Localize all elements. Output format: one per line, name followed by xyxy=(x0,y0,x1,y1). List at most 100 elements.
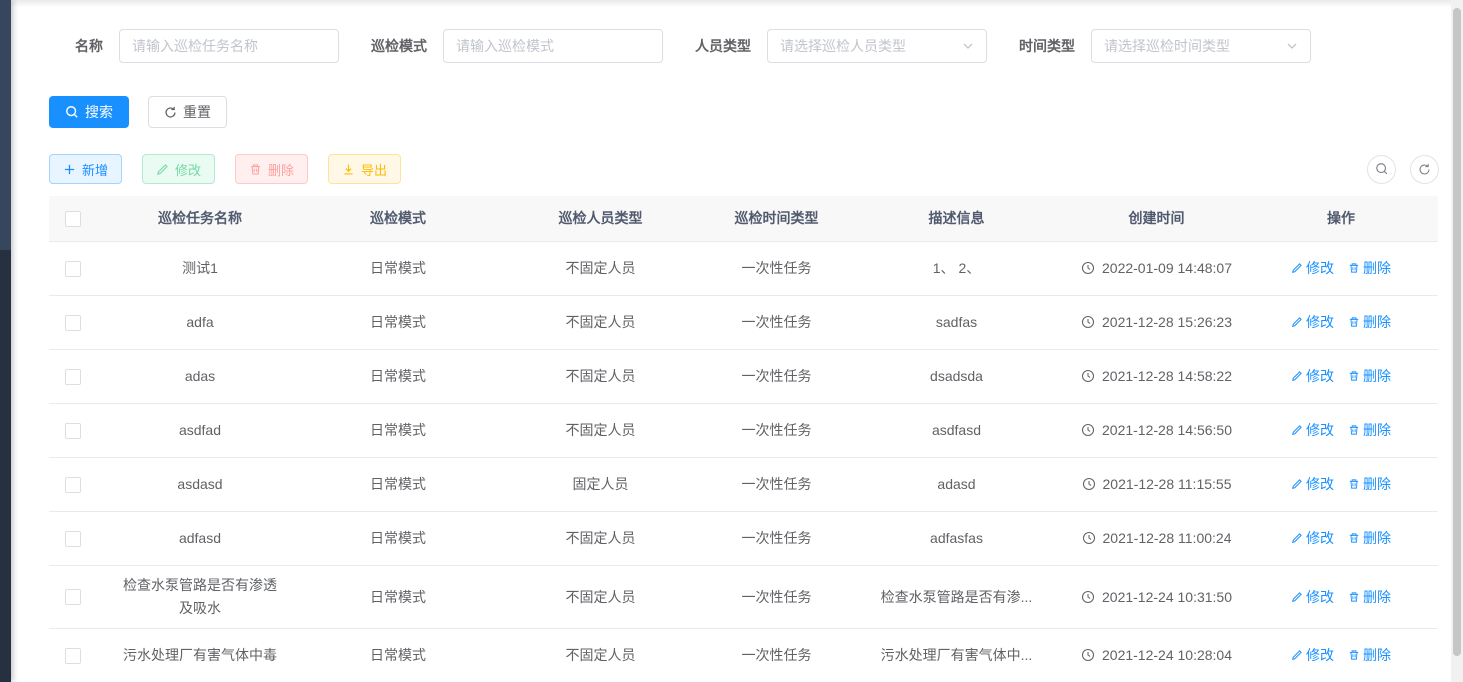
row-edit-link[interactable]: 修改 xyxy=(1291,312,1334,332)
row-edit-link[interactable]: 修改 xyxy=(1291,528,1334,548)
trash-icon xyxy=(1348,370,1360,382)
row-edit-link[interactable]: 修改 xyxy=(1291,420,1334,440)
export-button[interactable]: 导出 xyxy=(328,154,401,184)
trash-icon xyxy=(1348,649,1360,661)
main-content: 名称 巡检模式 人员类型 请选择巡检人员类型 时间类型 请选择巡检时间类型 xyxy=(11,29,1463,682)
row-checkbox[interactable] xyxy=(65,423,81,439)
scrollbar-thumb[interactable] xyxy=(1453,8,1461,656)
filter-person-type-label: 人员类型 xyxy=(695,36,751,56)
row-edit-link[interactable]: 修改 xyxy=(1291,474,1334,494)
cell-task-name: adfa xyxy=(96,295,304,349)
header-ops: 操作 xyxy=(1244,196,1438,241)
cell-time-type: 一次性任务 xyxy=(709,628,844,682)
search-icon xyxy=(1375,162,1389,176)
cell-ops: 修改 删除 xyxy=(1244,241,1438,295)
task-name-input[interactable] xyxy=(119,29,339,63)
cell-created: 2022-01-09 14:48:07 xyxy=(1069,241,1244,295)
header-created: 创建时间 xyxy=(1069,196,1244,241)
cell-person-type: 不固定人员 xyxy=(492,565,709,628)
cell-ops: 修改 删除 xyxy=(1244,295,1438,349)
pencil-icon xyxy=(1291,370,1303,382)
filter-mode-label: 巡检模式 xyxy=(371,36,427,56)
cell-desc: adfasfas xyxy=(844,511,1069,565)
trash-icon xyxy=(1348,316,1360,328)
row-delete-link[interactable]: 删除 xyxy=(1348,587,1391,607)
clock-icon xyxy=(1081,369,1095,383)
sidebar-scroll-thumb[interactable] xyxy=(0,0,11,250)
cell-person-type: 不固定人员 xyxy=(492,349,709,403)
toggle-search-button[interactable] xyxy=(1367,155,1396,184)
cell-mode: 日常模式 xyxy=(304,403,492,457)
row-checkbox[interactable] xyxy=(65,369,81,385)
cell-desc: 污水处理厂有害气体中... xyxy=(844,628,1069,682)
cell-desc: adasd xyxy=(844,457,1069,511)
add-button[interactable]: 新增 xyxy=(49,154,122,184)
row-delete-link[interactable]: 删除 xyxy=(1348,420,1391,440)
cell-ops: 修改 删除 xyxy=(1244,349,1438,403)
cell-time-type: 一次性任务 xyxy=(709,511,844,565)
filter-name-label: 名称 xyxy=(75,36,103,56)
row-delete-link[interactable]: 删除 xyxy=(1348,366,1391,386)
row-delete-link[interactable]: 删除 xyxy=(1348,645,1391,665)
table-row: 测试1 日常模式 不固定人员 一次性任务 1、 2、 2022-01-09 14… xyxy=(49,241,1438,295)
cell-created: 2021-12-28 15:26:23 xyxy=(1069,295,1244,349)
cell-task-name: asdfad xyxy=(96,403,304,457)
cell-desc: 1、 2、 xyxy=(844,241,1069,295)
trash-icon xyxy=(1348,424,1360,436)
clock-icon xyxy=(1082,477,1096,491)
cell-person-type: 固定人员 xyxy=(492,457,709,511)
cell-desc: sadfas xyxy=(844,295,1069,349)
pencil-icon xyxy=(1291,591,1303,603)
task-table: 巡检任务名称 巡检模式 巡检人员类型 巡检时间类型 描述信息 创建时间 操作 测… xyxy=(49,196,1438,682)
row-checkbox[interactable] xyxy=(65,648,81,664)
edit-button[interactable]: 修改 xyxy=(142,154,215,184)
cell-task-name: 测试1 xyxy=(96,241,304,295)
inspect-mode-input[interactable] xyxy=(443,29,663,63)
trash-icon xyxy=(249,163,262,176)
page-scrollbar[interactable] xyxy=(1451,0,1463,682)
table-row: adfasd 日常模式 不固定人员 一次性任务 adfasfas 2021-12… xyxy=(49,511,1438,565)
search-actions: 搜索 重置 xyxy=(49,96,1439,128)
row-delete-link[interactable]: 删除 xyxy=(1348,258,1391,278)
search-button[interactable]: 搜索 xyxy=(49,96,129,128)
refresh-table-button[interactable] xyxy=(1410,155,1439,184)
cell-person-type: 不固定人员 xyxy=(492,628,709,682)
row-edit-link[interactable]: 修改 xyxy=(1291,258,1334,278)
cell-person-type: 不固定人员 xyxy=(492,403,709,457)
delete-button[interactable]: 删除 xyxy=(235,154,308,184)
row-delete-link[interactable]: 删除 xyxy=(1348,474,1391,494)
row-checkbox[interactable] xyxy=(65,589,81,605)
row-checkbox[interactable] xyxy=(65,531,81,547)
collapsed-sidebar xyxy=(0,0,11,682)
toolbar-right xyxy=(1367,155,1439,184)
pencil-icon xyxy=(1291,316,1303,328)
cell-time-type: 一次性任务 xyxy=(709,349,844,403)
table-row: asdasd 日常模式 固定人员 一次性任务 adasd 2021-12-28 … xyxy=(49,457,1438,511)
refresh-icon xyxy=(164,106,177,119)
row-checkbox[interactable] xyxy=(65,315,81,331)
row-delete-link[interactable]: 删除 xyxy=(1348,312,1391,332)
row-edit-link[interactable]: 修改 xyxy=(1291,645,1334,665)
table-row: 污水处理厂有害气体中毒 日常模式 不固定人员 一次性任务 污水处理厂有害气体中.… xyxy=(49,628,1438,682)
cell-task-name: 污水处理厂有害气体中毒 xyxy=(96,628,304,682)
filter-name: 名称 xyxy=(75,29,339,63)
cell-mode: 日常模式 xyxy=(304,349,492,403)
table-row: adfa 日常模式 不固定人员 一次性任务 sadfas 2021-12-28 … xyxy=(49,295,1438,349)
select-all-checkbox[interactable] xyxy=(65,211,81,227)
cell-ops: 修改 删除 xyxy=(1244,628,1438,682)
header-task-name: 巡检任务名称 xyxy=(96,196,304,241)
row-delete-link[interactable]: 删除 xyxy=(1348,528,1391,548)
row-edit-link[interactable]: 修改 xyxy=(1291,587,1334,607)
cell-mode: 日常模式 xyxy=(304,295,492,349)
reset-button[interactable]: 重置 xyxy=(148,96,227,128)
plus-icon xyxy=(63,163,76,176)
top-edge-strip xyxy=(11,0,1463,7)
row-checkbox[interactable] xyxy=(65,477,81,493)
cell-task-name: adas xyxy=(96,349,304,403)
time-type-select[interactable]: 请选择巡检时间类型 xyxy=(1091,29,1311,63)
row-checkbox[interactable] xyxy=(65,261,81,277)
person-type-select[interactable]: 请选择巡检人员类型 xyxy=(767,29,987,63)
table-toolbar: 新增 修改 删除 导出 xyxy=(49,154,1439,184)
row-edit-link[interactable]: 修改 xyxy=(1291,366,1334,386)
cell-time-type: 一次性任务 xyxy=(709,403,844,457)
